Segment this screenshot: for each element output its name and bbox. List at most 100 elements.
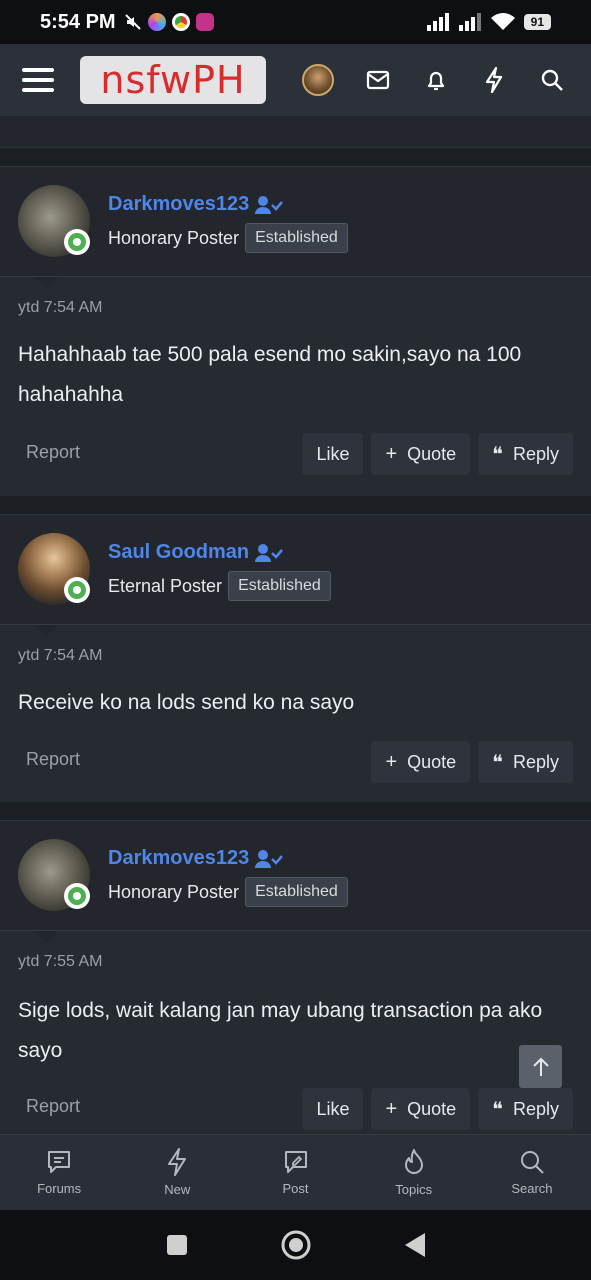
bottom-nav-label: Forums bbox=[37, 1181, 82, 1196]
post-actions: + Quote ❝ Reply bbox=[371, 741, 573, 783]
fire-icon bbox=[404, 1149, 423, 1174]
bottom-nav-post[interactable]: Post bbox=[236, 1135, 354, 1210]
post-header: Darkmoves123 Honorary Poster Established bbox=[0, 167, 591, 289]
user-badge: Established bbox=[228, 571, 331, 601]
post-separator bbox=[0, 496, 591, 514]
chrome-icon bbox=[171, 13, 190, 31]
wifi-icon bbox=[490, 13, 515, 30]
username[interactable]: Saul Goodman bbox=[108, 541, 284, 564]
like-button[interactable]: Like bbox=[302, 1088, 364, 1130]
header-pointer bbox=[34, 625, 58, 637]
status-time: 5:54 PM bbox=[40, 10, 116, 33]
bell-icon[interactable] bbox=[422, 66, 450, 94]
site-logo[interactable]: nsfwPH bbox=[80, 56, 266, 104]
scroll-to-top-button[interactable] bbox=[519, 1045, 562, 1088]
quote-label: Quote bbox=[407, 1098, 457, 1119]
like-button[interactable]: Like bbox=[302, 433, 364, 475]
recents-icon[interactable] bbox=[166, 1234, 188, 1256]
bottom-nav-label: New bbox=[164, 1182, 191, 1197]
signal-icon bbox=[426, 13, 449, 31]
search-icon[interactable] bbox=[538, 66, 566, 94]
report-link[interactable]: Report bbox=[26, 749, 80, 770]
like-label: Like bbox=[316, 1098, 350, 1119]
user-rank: Honorary Poster bbox=[108, 227, 240, 248]
post-icon bbox=[284, 1151, 307, 1173]
post: Darkmoves123 Honorary Poster Established… bbox=[0, 820, 591, 1134]
online-status-icon bbox=[64, 577, 90, 603]
system-navigation-bar bbox=[0, 1210, 591, 1280]
quote-button[interactable]: + Quote bbox=[371, 1088, 471, 1130]
app-icon bbox=[195, 13, 214, 31]
reply-label: Reply bbox=[512, 443, 559, 464]
reply-label: Reply bbox=[512, 1098, 559, 1119]
plus-icon: + bbox=[385, 442, 398, 465]
post-separator bbox=[0, 802, 591, 820]
menu-icon[interactable] bbox=[22, 68, 54, 92]
verified-user-icon bbox=[255, 195, 284, 214]
report-link[interactable]: Report bbox=[26, 442, 80, 463]
arrow-up-icon bbox=[532, 1057, 549, 1076]
username-text[interactable]: Darkmoves123 bbox=[108, 193, 249, 216]
report-link[interactable]: Report bbox=[26, 1096, 80, 1117]
online-status-icon bbox=[64, 229, 90, 255]
post-body: Receive ko na lods send ko na sayo bbox=[18, 691, 355, 714]
quote-label: Quote bbox=[407, 751, 457, 772]
user-badge: Established bbox=[245, 223, 348, 253]
user-badge: Established bbox=[245, 877, 348, 907]
top-navigation: nsfwPH bbox=[0, 44, 591, 116]
bottom-nav-forums[interactable]: Forums bbox=[0, 1135, 118, 1210]
user-title: Eternal Poster Established bbox=[108, 571, 331, 601]
bottom-nav-label: Post bbox=[282, 1181, 309, 1196]
like-label: Like bbox=[316, 443, 350, 464]
post: Darkmoves123 Honorary Poster Established… bbox=[0, 166, 591, 496]
status-bar: 5:54 PM 91 bbox=[0, 0, 591, 44]
notification-icons bbox=[124, 13, 214, 31]
home-icon[interactable] bbox=[280, 1229, 312, 1261]
quote-button[interactable]: + Quote bbox=[371, 433, 471, 475]
header-pointer bbox=[34, 277, 58, 289]
post-actions: Like + Quote ❝ Reply bbox=[302, 433, 573, 475]
bottom-nav-label: Search bbox=[511, 1181, 553, 1196]
user-rank: Honorary Poster bbox=[108, 881, 240, 902]
post-time[interactable]: ytd 7:55 AM bbox=[18, 953, 103, 971]
plus-icon: + bbox=[385, 1097, 398, 1120]
battery-level: 91 bbox=[523, 14, 551, 30]
post: Saul Goodman Eternal Poster Established … bbox=[0, 514, 591, 802]
app-icon bbox=[147, 13, 166, 31]
system-status: 91 bbox=[426, 12, 551, 32]
forums-icon bbox=[48, 1151, 71, 1173]
bottom-nav-label: Topics bbox=[395, 1182, 433, 1197]
username-text[interactable]: Saul Goodman bbox=[108, 541, 249, 564]
previous-post-edge bbox=[0, 116, 591, 148]
header-pointer bbox=[34, 931, 58, 943]
quote-marks-icon: ❝ bbox=[492, 751, 503, 774]
username[interactable]: Darkmoves123 bbox=[108, 193, 284, 216]
quote-button[interactable]: + Quote bbox=[371, 741, 471, 783]
post-body: Hahahhaab tae 500 pala esend mo sakin,sa… bbox=[18, 343, 522, 406]
bottom-nav-new[interactable]: New bbox=[118, 1135, 236, 1210]
post-separator bbox=[0, 148, 591, 166]
username-text[interactable]: Darkmoves123 bbox=[108, 847, 249, 870]
mail-icon[interactable] bbox=[364, 66, 392, 94]
bottom-nav-topics[interactable]: Topics bbox=[355, 1135, 473, 1210]
reply-button[interactable]: ❝ Reply bbox=[478, 433, 573, 475]
post-body: Sige lods, wait kalang jan may ubang tra… bbox=[18, 999, 543, 1062]
bolt-icon bbox=[168, 1148, 187, 1176]
quote-marks-icon: ❝ bbox=[492, 1098, 503, 1121]
reply-button[interactable]: ❝ Reply bbox=[478, 1088, 573, 1130]
back-icon[interactable] bbox=[404, 1232, 426, 1258]
bolt-icon[interactable] bbox=[480, 66, 508, 94]
search-icon bbox=[520, 1151, 544, 1174]
reply-button[interactable]: ❝ Reply bbox=[478, 741, 573, 783]
bottom-nav-search[interactable]: Search bbox=[473, 1135, 591, 1210]
post-time[interactable]: ytd 7:54 AM bbox=[18, 647, 103, 665]
username[interactable]: Darkmoves123 bbox=[108, 847, 284, 870]
user-rank: Eternal Poster bbox=[108, 575, 223, 596]
verified-user-icon bbox=[255, 543, 284, 562]
quote-label: Quote bbox=[407, 443, 457, 464]
post-time[interactable]: ytd 7:54 AM bbox=[18, 299, 103, 317]
bottom-navigation: Forums New Post Topics Search bbox=[0, 1134, 591, 1210]
plus-icon: + bbox=[385, 750, 398, 773]
user-avatar[interactable] bbox=[302, 64, 334, 96]
mute-icon bbox=[124, 14, 141, 30]
